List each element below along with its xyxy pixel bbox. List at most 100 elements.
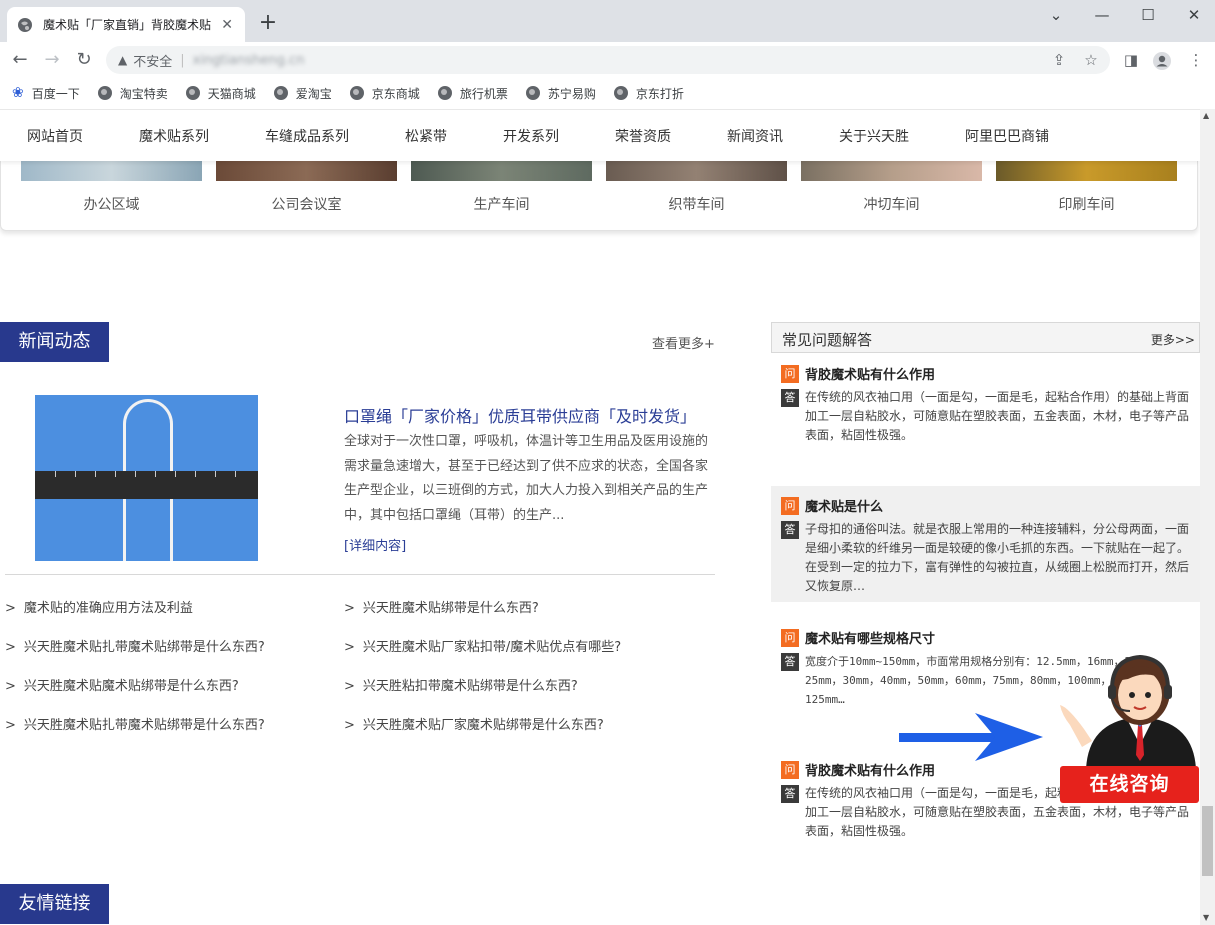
scroll-down-arrow-icon[interactable]: ▼ [1203, 913, 1209, 922]
news-list-item[interactable]: > 兴天胜魔术贴厂家粘扣带/魔术贴优点有哪些? [344, 636, 621, 655]
news-list-item[interactable]: > 兴天胜魔术贴扎带魔术贴绑带是什么东西? [5, 714, 265, 733]
question-badge: 问 [781, 628, 799, 647]
globe-icon [97, 86, 112, 100]
nav-item-alibaba-shop[interactable]: 阿里巴巴商铺 [965, 126, 1049, 146]
faq-question[interactable]: 问魔术贴有哪些规格尺寸 [781, 628, 935, 647]
bookmark-star-icon[interactable]: ☆ [1081, 51, 1101, 69]
nav-item-home[interactable]: 网站首页 [27, 126, 83, 146]
arrow-right-icon [899, 713, 1043, 761]
globe-icon [525, 86, 540, 100]
bookmark-item[interactable]: 旅行机票 [437, 85, 508, 102]
gallery-image-weaving[interactable] [606, 161, 787, 181]
browser-toolbar: ← → ↻ ▲ 不安全 | xingtiansheng.cn ⇪ ☆ ◨ ⋮ [0, 42, 1215, 78]
gallery-image-meeting-room[interactable] [216, 161, 397, 181]
share-icon[interactable]: ⇪ [1049, 51, 1069, 69]
address-separator: | [180, 52, 185, 68]
news-list-item[interactable]: > 兴天胜魔术贴绑带是什么东西? [344, 597, 539, 616]
globe-icon [613, 86, 628, 100]
profile-avatar-icon[interactable] [1152, 51, 1172, 75]
scroll-up-arrow-icon[interactable]: ▲ [1203, 111, 1209, 120]
question-badge: 问 [781, 496, 799, 515]
bookmark-item[interactable]: 苏宁易购 [525, 85, 596, 102]
answer-badge: 答 [781, 521, 799, 539]
bookmark-item[interactable]: 淘宝特卖 [97, 85, 168, 102]
address-bar[interactable]: ▲ 不安全 | xingtiansheng.cn [106, 46, 1110, 74]
globe-icon [185, 86, 200, 100]
nav-item-elastic-band[interactable]: 松紧带 [405, 126, 447, 146]
bookmark-item[interactable]: 京东商城 [349, 85, 420, 102]
friend-links-title: 友情链接 [0, 884, 109, 924]
news-headline[interactable]: 口罩绳「厂家价格」优质耳带供应商「及时发货」 [344, 403, 696, 427]
online-consult-button[interactable]: 在线咨询 [1060, 766, 1199, 803]
news-list-item[interactable]: > 兴天胜粘扣带魔术贴绑带是什么东西? [344, 675, 578, 694]
nav-item-sewn-products[interactable]: 车缝成品系列 [265, 126, 349, 146]
customer-service-agent-icon [1060, 654, 1196, 770]
chevron-right-icon: > [344, 679, 355, 694]
kebab-menu-icon[interactable]: ⋮ [1186, 51, 1206, 69]
browser-tab-strip: 魔术贴「厂家直销」背胶魔术贴定制 ✕ + ⌄ — ☐ ✕ [0, 0, 1215, 42]
scrollbar-thumb[interactable] [1202, 806, 1213, 876]
close-tab-icon[interactable]: ✕ [219, 17, 235, 33]
gallery-caption[interactable]: 印刷车间 [996, 194, 1177, 214]
gallery-image-die-cutting[interactable] [801, 161, 982, 181]
warning-triangle-icon[interactable]: ▲ [118, 53, 127, 67]
bookmark-item[interactable]: 天猫商城 [185, 85, 256, 102]
answer-badge: 答 [781, 785, 799, 803]
nav-item-development[interactable]: 开发系列 [503, 126, 559, 146]
news-more-link[interactable]: 查看更多+ [652, 333, 715, 352]
factory-gallery: 办公区域 公司会议室 生产车间 织带车间 冲切车间 印刷车间 [0, 161, 1198, 231]
chevron-right-icon: > [5, 679, 16, 694]
security-label: 不安全 [133, 54, 173, 70]
globe-icon [273, 86, 288, 100]
nav-item-velcro-series[interactable]: 魔术贴系列 [139, 126, 209, 146]
tab-title: 魔术贴「厂家直销」背胶魔术贴定制 [43, 18, 212, 32]
side-panel-icon[interactable]: ◨ [1121, 51, 1141, 69]
nav-item-about[interactable]: 关于兴天胜 [839, 126, 909, 146]
bookmark-item[interactable]: ❀ 百度一下 [12, 85, 80, 102]
gallery-image-office[interactable] [21, 161, 202, 181]
gallery-caption[interactable]: 冲切车间 [801, 194, 982, 214]
news-divider [5, 574, 715, 575]
gallery-caption[interactable]: 公司会议室 [216, 194, 397, 214]
bookmark-item[interactable]: 爱淘宝 [273, 85, 332, 102]
back-arrow-icon[interactable]: ← [8, 49, 32, 71]
globe-icon [17, 17, 33, 33]
news-list-item[interactable]: > 兴天胜魔术贴厂家魔术贴绑带是什么东西? [344, 714, 604, 733]
ruler-graphic [35, 471, 258, 499]
gallery-image-workshop[interactable] [411, 161, 592, 181]
bookmark-item[interactable]: 京东打折 [613, 85, 684, 102]
chevron-right-icon: > [344, 640, 355, 655]
online-consult-widget[interactable]: 在线咨询 [1058, 645, 1200, 805]
gallery-caption[interactable]: 办公区域 [21, 194, 202, 214]
new-tab-button[interactable]: + [256, 12, 280, 36]
bookmarks-bar: ❀ 百度一下 淘宝特卖 天猫商城 爱淘宝 京东商城 旅行机票 苏宁易购 京东打折 [0, 78, 1215, 108]
page-scrollbar[interactable] [1200, 109, 1215, 925]
news-list-item[interactable]: > 兴天胜魔术贴扎带魔术贴绑带是什么东西? [5, 636, 265, 655]
globe-icon [349, 86, 364, 100]
page-viewport: 网站首页 魔术贴系列 车缝成品系列 松紧带 开发系列 荣誉资质 新闻资讯 关于兴… [0, 109, 1200, 925]
news-list-item[interactable]: > 魔术贴的准确应用方法及利益 [5, 597, 193, 616]
gallery-caption[interactable]: 生产车间 [411, 194, 592, 214]
faq-header: 常见问题解答 更多>> [771, 322, 1200, 353]
forward-arrow-icon[interactable]: → [40, 49, 64, 71]
faq-more-link[interactable]: 更多>> [1151, 331, 1195, 348]
news-thumbnail[interactable] [35, 395, 258, 561]
browser-tab-active[interactable]: 魔术贴「厂家直销」背胶魔术贴定制 ✕ [7, 7, 245, 42]
nav-item-news[interactable]: 新闻资讯 [727, 126, 783, 146]
tab-search-chevron-icon[interactable]: ⌄ [1036, 6, 1076, 24]
news-section-title: 新闻动态 [0, 322, 109, 362]
news-list-item[interactable]: > 兴天胜魔术贴魔术贴绑带是什么东西? [5, 675, 239, 694]
faq-question[interactable]: 问魔术贴是什么 [781, 496, 883, 515]
minimize-button[interactable]: — [1082, 6, 1122, 24]
url-text: xingtiansheng.cn [192, 52, 305, 68]
reload-icon[interactable]: ↻ [72, 49, 96, 71]
baidu-paw-icon: ❀ [12, 85, 24, 101]
close-window-button[interactable]: ✕ [1174, 6, 1214, 24]
nav-item-honors[interactable]: 荣誉资质 [615, 126, 671, 146]
maximize-button[interactable]: ☐ [1128, 6, 1168, 24]
gallery-image-printing[interactable] [996, 161, 1177, 181]
faq-question[interactable]: 问背胶魔术贴有什么作用 [781, 364, 935, 383]
gallery-caption[interactable]: 织带车间 [606, 194, 787, 214]
news-detail-link[interactable]: [详细内容] [344, 535, 406, 554]
faq-question[interactable]: 问背胶魔术贴有什么作用 [781, 760, 935, 779]
